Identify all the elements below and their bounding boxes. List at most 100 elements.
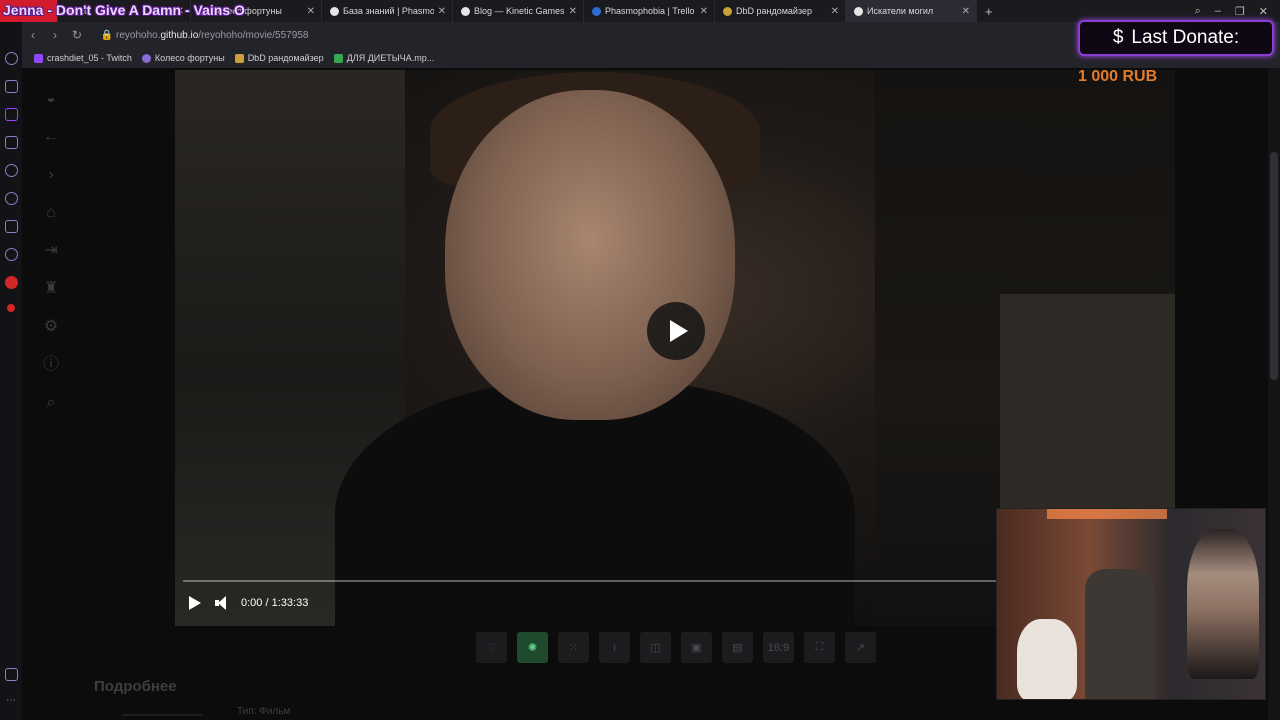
history-icon[interactable]: [4, 192, 18, 205]
extensions-icon[interactable]: [4, 220, 18, 233]
donate-amount: 1 000 RUB: [1078, 68, 1158, 85]
volume-icon[interactable]: [215, 596, 227, 610]
current-time: 0:00: [241, 597, 263, 609]
bookmark-label: crashdiet_05 - Twitch: [47, 53, 132, 63]
close-window-icon[interactable]: ✕: [1259, 5, 1268, 18]
split-view-icon[interactable]: ◫: [640, 632, 671, 663]
search-icon[interactable]: ⌕: [47, 394, 56, 412]
back-icon[interactable]: ‹: [22, 28, 44, 42]
gear-icon[interactable]: ⚙: [44, 318, 58, 336]
window-controls: ⌕ – ❐ ✕: [1195, 0, 1280, 22]
bookmark-diet[interactable]: ДЛЯ ДИЕТЫЧА.mp...: [333, 53, 435, 63]
url-domain: github.io: [160, 29, 199, 41]
new-tab-button[interactable]: +: [977, 4, 1001, 19]
audio-wave-icon[interactable]: ≀: [599, 632, 630, 663]
bag-icon[interactable]: [4, 80, 18, 93]
logo-icon[interactable]: ◒: [46, 90, 56, 108]
bookmark-wheel[interactable]: Колесо фортуны: [141, 53, 225, 63]
sidebar-bottom: ⋯: [0, 668, 22, 706]
tab-knowledge-base[interactable]: База знаний | Phasmophobia ✕: [322, 0, 453, 22]
notification-icon[interactable]: [7, 304, 15, 312]
trophy-icon[interactable]: ♜: [44, 280, 58, 298]
reload-icon[interactable]: ↻: [66, 28, 88, 42]
player-controls: 0:00 / 1:33:33: [187, 592, 308, 614]
type-label: Тип: Фильм: [237, 706, 291, 717]
close-icon[interactable]: ✕: [831, 6, 839, 17]
last-donate-box: $ Last Donate:: [1078, 20, 1274, 56]
now-playing-overlay: Jenna - Don't Give A Damn - Vains O: [3, 2, 245, 18]
tab-label: Искатели могил: [867, 6, 934, 16]
search-tabs-icon[interactable]: ⌕: [1195, 5, 1201, 18]
speed-dial-icon[interactable]: [4, 52, 18, 65]
divider: [122, 714, 202, 716]
site-sidebar: ◒ ← › ⌂ ⇥ ♜ ⚙ ⓘ ⌕: [22, 68, 80, 720]
time-display: 0:00 / 1:33:33: [241, 597, 308, 609]
favorite-heart-icon[interactable]: ♡: [476, 632, 507, 663]
minimize-icon[interactable]: –: [1215, 5, 1221, 17]
screen: Ко ✕ Колесо фортуны ✕ База знаний | Phas…: [0, 0, 1280, 720]
info-icon[interactable]: ⓘ: [43, 356, 59, 374]
play-button[interactable]: [189, 596, 201, 610]
maximize-icon[interactable]: ❐: [1235, 5, 1245, 18]
close-icon[interactable]: ✕: [962, 6, 970, 17]
wheel-icon: [141, 53, 151, 63]
dbd-icon: [234, 53, 244, 63]
picture-icon[interactable]: ▣: [681, 632, 712, 663]
tab-favicon: [330, 6, 339, 16]
tab-favicon: [592, 6, 601, 16]
close-icon[interactable]: ✕: [307, 6, 315, 17]
tab-label: База знаний | Phasmophobia: [343, 6, 434, 16]
url-prefix: reyohoho.: [116, 29, 161, 41]
scrollbar[interactable]: [1268, 68, 1280, 720]
bookmark-dbd[interactable]: DbD рандомайзер: [234, 53, 324, 63]
time-separator: /: [265, 597, 269, 609]
discord-icon[interactable]: [4, 136, 18, 149]
webcam-light: [1047, 509, 1167, 519]
twitch-sidebar-icon[interactable]: [4, 108, 18, 121]
brightness-icon[interactable]: ✺: [517, 632, 548, 663]
tab-label: Phasmophobia | Trello: [605, 6, 695, 16]
bookmark-label: ДЛЯ ДИЕТЫЧА.mp...: [346, 53, 435, 63]
grid-icon[interactable]: ⁙: [558, 632, 589, 663]
more-icon[interactable]: ⋯: [6, 695, 16, 706]
bookmark-twitch[interactable]: crashdiet_05 - Twitch: [34, 53, 132, 63]
tab-label: DbD рандомайзер: [736, 6, 812, 16]
lock-icon[interactable]: 🔒: [98, 30, 116, 41]
url-path: /reyohoho/movie/557958: [198, 29, 309, 41]
donate-label: Last Donate:: [1131, 27, 1240, 48]
url-field[interactable]: reyohoho.github.io/reyohoho/movie/557958: [116, 30, 308, 41]
close-icon[interactable]: ✕: [700, 6, 708, 17]
bookmark-label: Колесо фортуны: [154, 53, 225, 63]
browser-sidebar: [0, 22, 22, 720]
back-arrow-icon[interactable]: ←: [43, 128, 59, 146]
home-icon[interactable]: ⌂: [46, 204, 56, 222]
login-icon[interactable]: ⇥: [44, 242, 57, 260]
tab-blog[interactable]: Blog — Kinetic Games ✕: [453, 0, 584, 22]
aspect-ratio-button[interactable]: 16:9: [763, 632, 794, 663]
tab-trello[interactable]: Phasmophobia | Trello ✕: [584, 0, 715, 22]
adblock-icon[interactable]: [4, 276, 18, 289]
webcam-chair: [1085, 569, 1155, 699]
fullscreen-icon[interactable]: ⛶: [804, 632, 835, 663]
player-toolbar: ♡ ✺ ⁙ ≀ ◫ ▣ ▤ 16:9 ⛶ ↗: [476, 632, 876, 663]
tab-dbd[interactable]: DbD рандомайзер ✕: [715, 0, 846, 22]
tab-label: Blog — Kinetic Games: [474, 6, 565, 16]
forward-icon[interactable]: ›: [44, 28, 66, 42]
pip-icon[interactable]: ▤: [722, 632, 753, 663]
play-icon: [669, 320, 688, 342]
external-link-icon[interactable]: ↗: [845, 632, 876, 663]
tab-favicon: [854, 6, 863, 16]
twitch-icon: [34, 53, 43, 63]
heart-icon[interactable]: [4, 164, 18, 177]
video-person-face: [445, 90, 735, 420]
tab-grave-seekers[interactable]: Искатели могил ✕: [846, 0, 977, 22]
play-overlay-button[interactable]: [647, 302, 705, 360]
close-icon[interactable]: ✕: [569, 6, 577, 17]
close-icon[interactable]: ✕: [438, 6, 446, 17]
forward-arrow-icon[interactable]: ›: [48, 166, 53, 184]
settings-icon[interactable]: [4, 248, 18, 261]
scrollbar-thumb[interactable]: [1270, 152, 1278, 380]
workspaces-icon[interactable]: [4, 668, 18, 681]
tab-favicon: [461, 6, 470, 16]
webcam-overlay: [996, 508, 1266, 700]
